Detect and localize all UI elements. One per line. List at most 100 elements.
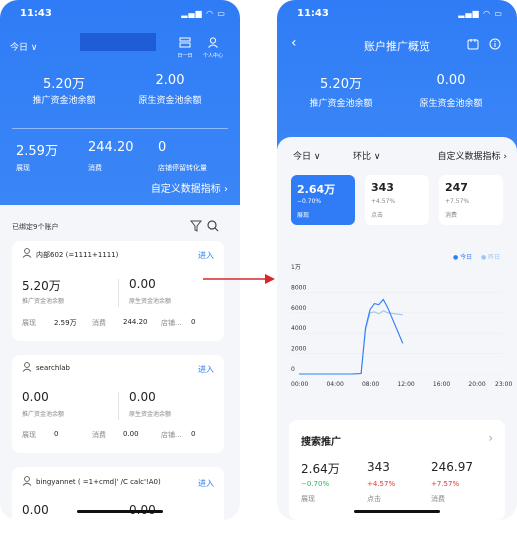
section-title: 搜索推广 — [301, 437, 341, 448]
status-bar: 11:43 ▂▄▆ ◠ ▭ — [16, 8, 226, 20]
info-icon[interactable] — [489, 38, 501, 50]
account-card[interactable]: 内部602 (=1111+1111) 进入 5.20万 推广资金池余额 0.00… — [12, 241, 224, 341]
promo-pool-label: 推广资金池余额 — [32, 96, 96, 106]
x-tick-label: 20:00 — [468, 381, 485, 388]
x-tick-label: 23:00 — [495, 381, 512, 388]
custom-metrics-link[interactable]: 自定义数据指标 › — [151, 180, 228, 195]
native-pool-balance: 2.00 — [155, 73, 185, 88]
metric-tile-clicks[interactable]: 343 +4.57% 点击 — [365, 175, 429, 225]
enter-link[interactable]: 进入 — [198, 478, 214, 489]
tile-value: 2.64万 — [297, 183, 336, 196]
filter-icon[interactable] — [190, 220, 202, 232]
metric-tile-spend[interactable]: 247 +7.57% 消费 — [439, 175, 503, 225]
y-tick-label: 2000 — [291, 346, 306, 353]
account-name: bingyannet ( =1+cmd|' /C calc'!A0) — [36, 478, 161, 486]
divider — [118, 279, 119, 307]
back-icon[interactable]: ‹ — [291, 35, 297, 51]
x-tick-label: 12:00 — [397, 381, 414, 388]
search-icon[interactable] — [207, 220, 219, 232]
spend-change: +7.57% — [431, 480, 460, 488]
x-tick-label: 08:00 — [362, 381, 379, 388]
impressions-value: 2.59万 — [54, 319, 77, 327]
account-overview-screen: 11:43 ▂▄▆ ◠ ▭ ‹ 账户推广概览 5.20万 推广资金池余额 0.0… — [277, 0, 517, 520]
tile-label: 消费 — [445, 212, 458, 219]
store-label: 店铺... — [161, 319, 182, 327]
promo-pool-label: 推广资金池余额 — [309, 99, 373, 109]
chevron-right-icon[interactable]: › — [488, 431, 493, 445]
status-icons: ▂▄▆ ◠ ▭ — [181, 9, 226, 18]
series-line-today — [299, 298, 404, 375]
native-pool-balance: 0.00 — [129, 390, 156, 404]
divider — [118, 392, 119, 420]
promo-pool-label: 推广资金池余额 — [22, 411, 65, 418]
tile-value: 343 — [371, 181, 394, 194]
impressions-label: 展现 — [22, 319, 36, 327]
tile-change: −0.70% — [297, 198, 322, 205]
store-conversion-value: 0 — [158, 140, 167, 155]
impressions-change: −0.70% — [301, 480, 330, 488]
date-filter[interactable]: 今日 ∨ — [10, 40, 37, 53]
divider — [12, 128, 228, 129]
trend-chart: 0 2000 4000 6000 8000 1万 00:00 04:00 08:00 12:00 1… — [291, 264, 512, 388]
profile-button[interactable]: 个人中心 — [202, 33, 224, 59]
profile-label: 个人中心 — [202, 53, 223, 59]
account-card[interactable]: searchlab 进入 0.00 推广资金池余额 0.00 原生资金池余额 展… — [12, 355, 224, 453]
spend-label: 消费 — [92, 319, 106, 327]
search-promotion-card[interactable]: 搜索推广 › 2.64万 −0.70% 展现 343 +4.57% 点击 246… — [289, 420, 505, 520]
enter-link[interactable]: 进入 — [198, 250, 214, 261]
legend-today-label: 今日 — [460, 254, 473, 261]
impressions-value: 2.64万 — [301, 462, 340, 476]
spend-label: 消费 — [431, 495, 445, 503]
metric-tile-impressions[interactable]: 2.64万 −0.70% 展现 — [291, 175, 355, 225]
compare-filter[interactable]: 环比 ∨ — [353, 149, 380, 162]
overview-header: 11:43 ▂▄▆ ◠ ▭ ‹ 账户推广概览 5.20万 推广资金池余额 0.0… — [277, 0, 517, 155]
y-tick-label: 6000 — [291, 305, 306, 312]
tile-value: 247 — [445, 181, 468, 194]
status-bar: 11:43 ▂▄▆ ◠ ▭ — [293, 8, 503, 20]
native-pool-balance: 0.00 — [129, 277, 156, 291]
spend-value: 244.20 — [123, 318, 148, 326]
spend-value: 244.20 — [88, 140, 134, 155]
promo-pool-balance: 0.00 — [22, 390, 49, 404]
enter-link[interactable]: 进入 — [198, 364, 214, 375]
y-tick-label: 8000 — [291, 284, 306, 291]
date-filter[interactable]: 今日 ∨ — [293, 149, 320, 162]
summary-header: 11:43 ▂▄▆ ◠ ▭ 今日 ∨ 日一日 个人中心 5.20万 推广资金池余… — [0, 0, 240, 205]
user-icon — [22, 362, 32, 372]
y-tick-label: 1万 — [291, 264, 301, 271]
status-time: 11:43 — [297, 8, 329, 19]
legend-today: ● 今日 — [453, 254, 473, 261]
native-pool-label: 原生资金池余额 — [129, 298, 172, 305]
promo-pool-balance: 0.00 — [22, 503, 49, 517]
promo-pool-label: 推广资金池余额 — [22, 298, 65, 305]
native-pool-label: 原生资金池余额 — [138, 96, 202, 106]
calendar-icon — [179, 37, 191, 48]
clicks-label: 点击 — [367, 495, 381, 503]
y-tick-label: 0 — [291, 366, 295, 373]
clicks-change: +4.57% — [367, 480, 396, 488]
impressions-value: 2.59万 — [16, 144, 58, 159]
store-label: 店铺... — [161, 431, 182, 439]
promo-pool-balance: 5.20万 — [22, 279, 61, 293]
account-name: 内部602 (=1111+1111) — [36, 251, 119, 259]
custom-metrics-link[interactable]: 自定义数据指标 › — [438, 149, 507, 162]
impressions-value: 0 — [54, 430, 59, 438]
tile-label: 点击 — [371, 212, 384, 219]
native-pool-label: 原生资金池余额 — [419, 99, 483, 109]
tile-label: 展现 — [297, 212, 310, 219]
clicks-value: 343 — [367, 460, 390, 474]
x-tick-label: 04:00 — [326, 381, 343, 388]
user-icon — [22, 476, 32, 486]
calendar-icon[interactable] — [467, 38, 479, 50]
home-indicator — [354, 510, 440, 513]
status-icons: ▂▄▆ ◠ ▭ — [458, 9, 503, 18]
user-icon — [22, 248, 32, 258]
spend-value: 246.97 — [431, 460, 473, 474]
impressions-label: 展现 — [16, 164, 30, 172]
store-conversion-label: 店铺停留转化量 — [158, 164, 207, 172]
native-pool-balance: 0.00 — [436, 73, 466, 88]
promo-pool-balance: 5.20万 — [43, 77, 85, 92]
arrow-icon — [203, 274, 275, 284]
day-switch-button[interactable]: 日一日 — [176, 33, 194, 59]
legend-yesterday: ● 昨日 — [481, 254, 501, 261]
